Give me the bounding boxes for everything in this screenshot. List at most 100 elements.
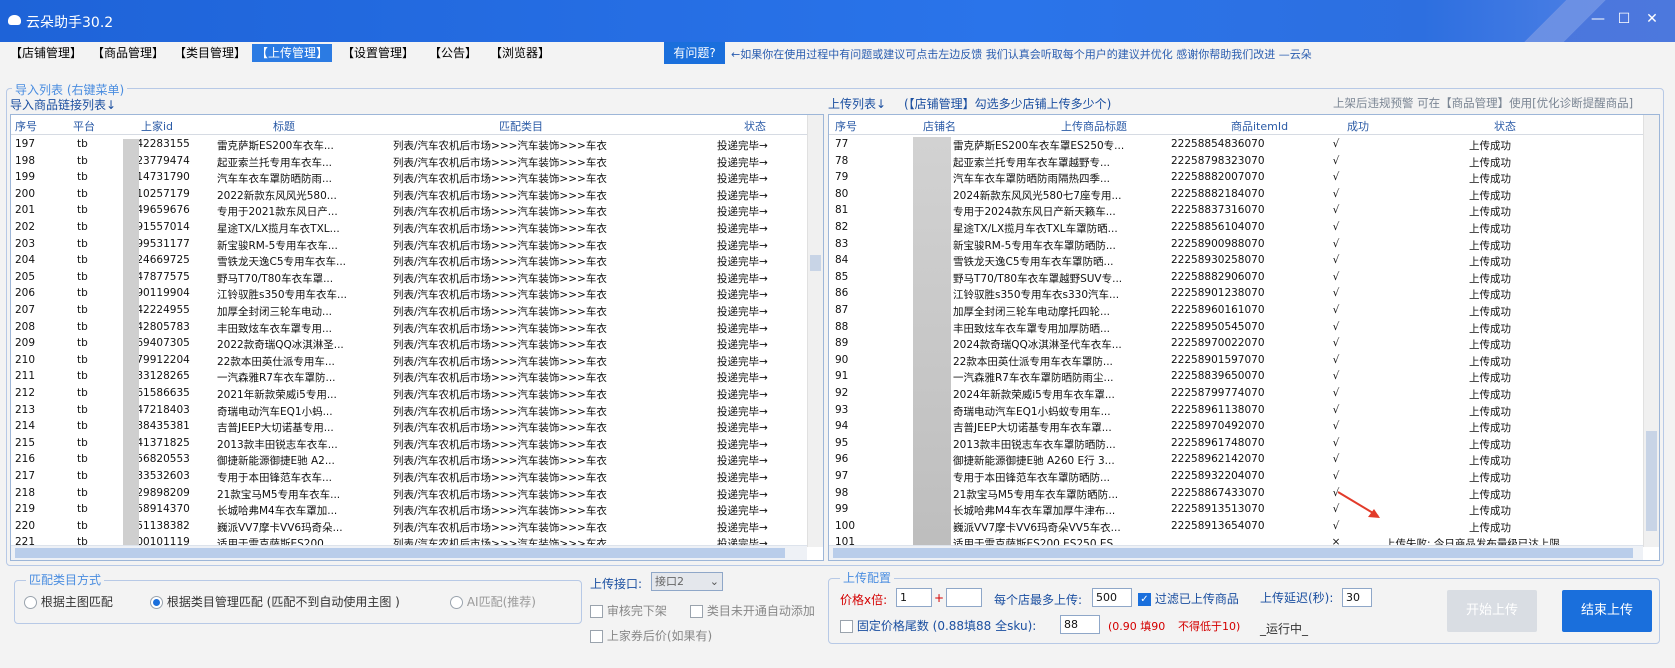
radio-icon[interactable] (24, 596, 37, 609)
menu-notice[interactable]: 【公告】 (425, 44, 481, 62)
table-cell: 197 (15, 138, 36, 150)
col-header[interactable]: 序号 (835, 118, 857, 134)
table-row[interactable]: 86 江铃驭胜s350专用车衣s330汽车... 22258901238070 √ 上传… (829, 285, 1659, 302)
table-cell: 22258970492070 (1171, 420, 1265, 433)
close-icon[interactable]: ✕ (1642, 11, 1662, 27)
price-multiplier-input[interactable]: 1 (896, 588, 932, 607)
max-upload-input[interactable]: 500 (1092, 588, 1132, 607)
radio-main-image[interactable]: 根据主图匹配 (24, 593, 113, 610)
table-cell: 22258930258070 (1171, 254, 1265, 267)
table-cell: 上传成功 (1469, 206, 1511, 219)
radio-icon[interactable] (150, 596, 163, 609)
checkbox-icon[interactable] (590, 605, 603, 618)
table-cell: 投递完毕→ (717, 422, 768, 435)
table-row[interactable]: 85 野马T70/T80车衣车罩越野SUV专... 22258882906070 √ 上… (829, 269, 1659, 286)
menu-category[interactable]: 【类目管理】 (170, 44, 250, 62)
col-header[interactable]: 成功 (1347, 118, 1369, 134)
table-row[interactable]: 87 加厚全封闭三轮车电动摩托四轮... 22258960161070 √ 上传成功 (829, 302, 1659, 319)
price-plus-input[interactable] (946, 588, 982, 607)
import-vscroll[interactable] (807, 115, 823, 547)
table-row[interactable]: 79 汽车车衣车罩防晒防雨隔热四季... 22258882007070 √ 上传成功 (829, 169, 1659, 186)
table-cell: 22款本田英仕派专用车... (217, 355, 335, 368)
col-header[interactable]: 状态 (1494, 118, 1516, 134)
upload-vscroll[interactable] (1643, 115, 1659, 547)
help-button[interactable]: 有问题? (664, 42, 725, 64)
col-header[interactable]: 匹配类目 (499, 118, 543, 134)
table-row[interactable]: 80 2024新款东风风光580七7座专用... 22258882184070 √ 上传… (829, 186, 1659, 203)
table-cell: 投递完毕→ (717, 438, 768, 451)
stop-upload-button[interactable]: 结束上传 (1562, 590, 1652, 632)
fixed-tail-checkbox[interactable]: 固定价格尾数 (0.88填88 全sku): (840, 617, 1036, 634)
radio-icon[interactable] (450, 596, 463, 609)
checkbox-checked-icon[interactable]: ✓ (1138, 593, 1151, 606)
radio-category[interactable]: 根据类目管理匹配 (匹配不到自动使用主图 ) (150, 593, 400, 610)
col-header[interactable]: 平台 (73, 118, 95, 134)
table-row[interactable]: 93 奇瑞电动汽车EQ1小蚂蚁专用车... 22258961138070 √ 上传成功 (829, 402, 1659, 419)
minimize-icon[interactable]: — (1588, 11, 1608, 27)
checkbox-icon[interactable] (840, 620, 853, 633)
table-cell: 94 (835, 420, 849, 433)
col-header[interactable]: 标题 (273, 118, 295, 134)
menu-products[interactable]: 【商品管理】 (88, 44, 168, 62)
plus-sign: + (934, 591, 945, 605)
table-row[interactable]: 81 专用于2024款东风日产新天籁车... 22258837316070 √ 上传成功 (829, 202, 1659, 219)
table-row[interactable]: 100 巍派VV7摩卡VV6玛奇朵VV5车衣... 22258913654070 √ 上… (829, 518, 1659, 535)
table-cell: 投递完毕→ (717, 272, 768, 285)
fixed-tail-input[interactable]: 88 (1060, 615, 1100, 634)
table-cell: 22258932204070 (1171, 470, 1265, 482)
import-table[interactable]: 序号 平台 上家id 标题 匹配类目 状态 197 tb 5442283155 雷克萨… (10, 114, 824, 561)
start-upload-button[interactable]: 开始上传 (1447, 590, 1537, 632)
menu-browser[interactable]: 【浏览器】 (486, 44, 554, 62)
table-row[interactable]: 90 22款本田英仕派专用车衣车罩防... 22258901597070 √ 上传成功 (829, 352, 1659, 369)
table-row[interactable]: 97 专用于本田锋范车衣车罩防晒防... 22258932204070 √ 上传成功 (829, 468, 1659, 485)
table-row[interactable]: 99 长城哈弗M4车衣车罩加厚牛津布... 22258913513070 √ 上传成功 (829, 501, 1659, 518)
table-cell: 列表/汽车农机后市场>>>汽车装饰>>>车衣 (393, 372, 607, 385)
table-row[interactable]: 95 2013款丰田锐志车衣车罩防晒防... 22258961748070 √ 上传成功 (829, 435, 1659, 452)
upload-port-select[interactable]: 接口2 ⌄ (651, 572, 723, 591)
filter-uploaded-checkbox[interactable]: ✓ 过滤已上传商品 (1138, 590, 1239, 607)
table-row[interactable]: 92 2024年新款荣威i5专用车衣车罩... 22258799774070 √ 上传成… (829, 385, 1659, 402)
maximize-icon[interactable]: ☐ (1614, 11, 1634, 27)
table-cell: tb (77, 221, 88, 233)
import-hscroll[interactable] (11, 545, 807, 560)
table-row[interactable]: 96 御捷新能源御捷E驰 A260 E行 3... 22258962142070 √ 上… (829, 451, 1659, 468)
col-header[interactable]: 状态 (744, 118, 766, 134)
menu-upload[interactable]: 【上传管理】 (252, 44, 333, 62)
upload-hscroll[interactable] (829, 545, 1643, 560)
table-row[interactable]: 83 新宝骏RM-5专用车衣车罩防晒防... 22258900988070 √ 上传成功 (829, 236, 1659, 253)
table-row[interactable]: 88 丰田致炫车衣车罩专用加厚防晒... 22258950545070 √ 上传成功 (829, 319, 1659, 336)
table-row[interactable]: 84 雪铁龙天逸C5专用车衣车罩防晒... 22258930258070 √ 上传成功 (829, 252, 1659, 269)
col-header[interactable]: 上家id (141, 118, 173, 134)
checkbox-icon[interactable] (690, 605, 703, 618)
table-cell: 81 (835, 204, 849, 217)
col-header[interactable]: 店铺名 (923, 118, 956, 134)
menu-store[interactable]: 【店铺管理】 (6, 44, 86, 62)
checkbox-delist[interactable]: 审核完下架 (590, 602, 667, 619)
checkbox-auto-category[interactable]: 类目未开通自动添加 (690, 602, 815, 619)
checkbox-coupon-price[interactable]: 上家券后价(如果有) (590, 627, 712, 644)
table-row[interactable]: 89 2024款奇瑞QQ冰淇淋圣代车衣车... 22258970022070 √ 上传成… (829, 335, 1659, 352)
table-row[interactable]: 94 吉普JEEP大切诺基专用车衣车罩... 22258970492070 √ 上传成功 (829, 418, 1659, 435)
table-cell: tb (77, 436, 88, 449)
col-header[interactable]: 商品itemId (1231, 118, 1288, 134)
table-row[interactable]: 98 21款宝马M5专用车衣车罩防晒防... 22258867433070 √ 上传成功 (829, 485, 1659, 502)
delay-input[interactable]: 30 (1342, 588, 1372, 607)
table-cell: 22258913654070 (1171, 519, 1265, 532)
checkbox-icon[interactable] (590, 630, 603, 643)
menu-settings[interactable]: 【设置管理】 (338, 44, 418, 62)
table-cell: 上传成功 (1469, 189, 1511, 202)
table-row[interactable]: 78 起亚索兰托专用车衣车罩越野专... 22258798323070 √ 上传成功 (829, 153, 1659, 170)
table-row[interactable]: 91 一汽森雅R7车衣车罩防晒防雨尘... 22258839650070 √ 上传成功 (829, 368, 1659, 385)
radio-ai[interactable]: AI匹配(推荐) (450, 593, 536, 610)
table-cell: √ (1332, 154, 1340, 167)
col-header[interactable]: 上传商品标题 (1061, 118, 1127, 134)
table-row[interactable]: 82 星途TX/LX揽月车衣TXL车罩防晒... 22258856104070 √ 上传… (829, 219, 1659, 236)
table-cell: 77 (835, 138, 849, 150)
table-cell: 2022新款东风风光580... (217, 189, 337, 202)
table-cell: 列表/汽车农机后市场>>>汽车装饰>>>车衣 (393, 438, 607, 451)
col-header[interactable]: 序号 (15, 118, 37, 134)
table-cell: 野马T70/T80车衣车罩越野SUV专... (953, 272, 1123, 285)
upload-table[interactable]: 序号 店铺名 上传商品标题 商品itemId 成功 状态 77 雷克萨斯ES200… (828, 114, 1660, 561)
table-row[interactable]: 77 雷克萨斯ES200车衣车罩ES250专... 22258854836070 √ 上… (829, 136, 1659, 153)
table-cell: 星途TX/LX揽月车衣TXL... (217, 223, 340, 235)
